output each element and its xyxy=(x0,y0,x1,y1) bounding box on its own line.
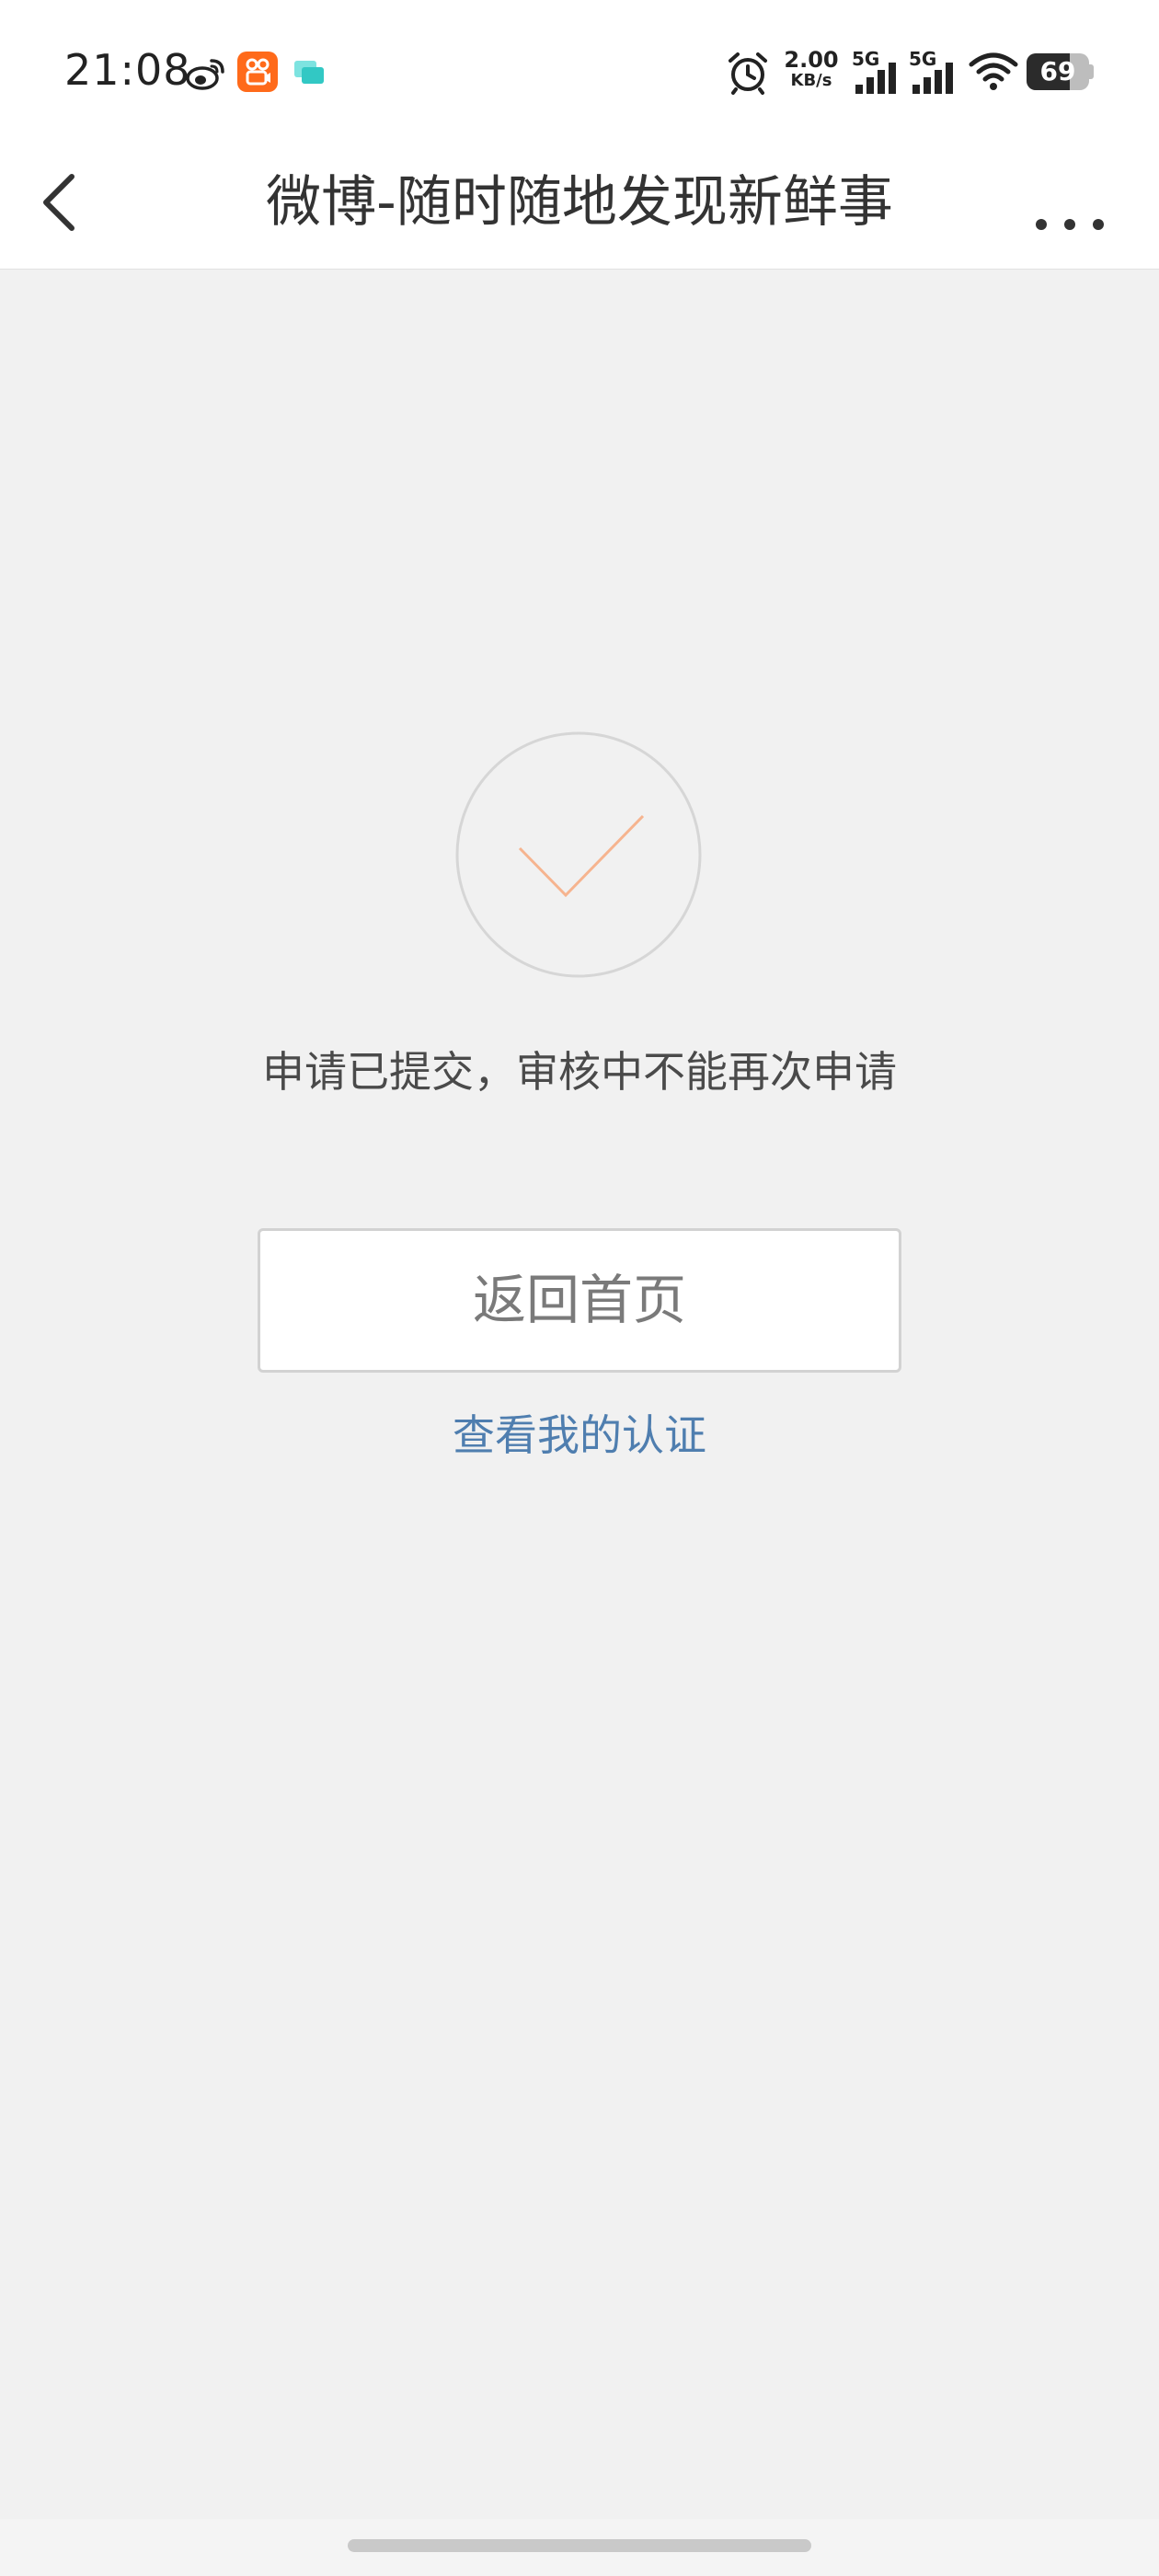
alarm-icon xyxy=(729,52,767,95)
status-bar: 21:08 2.00 KB/s 5G 5G 69 xyxy=(0,0,1159,138)
network-speed-value: 2.00 xyxy=(784,47,839,73)
signal-label-sim2: 5G xyxy=(909,48,937,70)
signal-icon-sim2: 5G xyxy=(909,48,960,96)
battery-level: 69 xyxy=(1039,56,1076,86)
network-speed: 2.00 KB/s xyxy=(784,48,839,90)
page-title: 微博-随时随地发现新鲜事 xyxy=(266,170,893,235)
more-button[interactable] xyxy=(1021,166,1122,239)
network-speed-unit: KB/s xyxy=(790,71,832,90)
return-home-button[interactable]: 返回首页 xyxy=(258,1228,901,1373)
home-indicator[interactable] xyxy=(348,2539,811,2552)
more-dots-icon xyxy=(1036,219,1104,230)
nav-bar: 微博-随时随地发现新鲜事 xyxy=(0,138,1159,270)
check-circle-icon xyxy=(455,731,702,978)
chat-app-icon xyxy=(294,61,324,84)
weibo-icon xyxy=(186,59,224,90)
wifi-icon xyxy=(969,52,1018,90)
kuaishou-icon xyxy=(237,52,278,92)
battery-icon: 69 xyxy=(1027,53,1094,90)
back-button[interactable] xyxy=(18,156,110,248)
chevron-left-icon xyxy=(43,174,75,231)
signal-label-sim1: 5G xyxy=(852,48,880,70)
signal-icon-sim1: 5G xyxy=(852,48,903,96)
view-my-certification-link[interactable]: 查看我的认证 xyxy=(304,1398,855,1472)
status-message: 申请已提交，审核中不能再次申请 xyxy=(262,1047,897,1097)
status-time: 21:08 xyxy=(64,45,191,95)
